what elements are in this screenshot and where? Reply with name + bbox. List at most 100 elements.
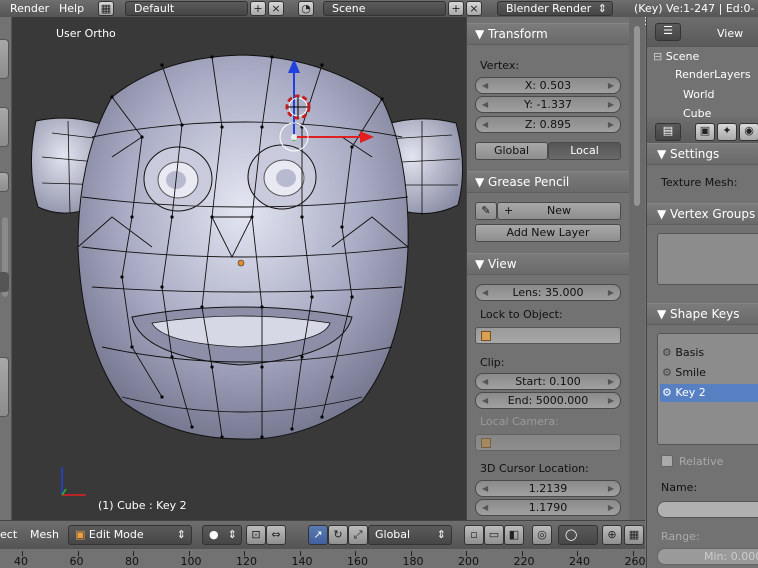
scene-icon[interactable]: ◔	[298, 1, 314, 16]
tool-shelf-tab[interactable]	[0, 39, 9, 79]
collapse-arrow-icon: ▼	[475, 175, 489, 189]
orientation-label: Global	[375, 528, 411, 541]
decrement-arrow-icon[interactable]: ◀	[482, 117, 488, 132]
snap-toggle-icon[interactable]: ⊕	[602, 525, 622, 545]
vertex-x-field[interactable]: ◀ X: 0.503 ▶	[475, 77, 621, 94]
increment-arrow-icon[interactable]: ▶	[608, 374, 614, 389]
screen-layout-icon[interactable]: ▦	[98, 1, 114, 16]
lock-object-field[interactable]	[475, 327, 621, 344]
orientation-select[interactable]: Global ⇕	[368, 525, 452, 545]
tool-shelf-tab[interactable]	[0, 272, 9, 292]
select-menu[interactable]: ect	[0, 528, 17, 541]
cursor-y-field[interactable]: ◀ 1.1790 ▶	[475, 499, 621, 516]
cursor-x-field[interactable]: ◀ 1.2139 ▶	[475, 480, 621, 497]
decrement-arrow-icon[interactable]: ◀	[482, 97, 488, 112]
manipulator-toggle-icon[interactable]: ⇔	[266, 525, 286, 545]
proportional-edit-select[interactable]: ◯	[558, 525, 598, 545]
add-screen-icon[interactable]: +	[250, 1, 266, 16]
edge-select-icon[interactable]: ▭	[484, 525, 504, 545]
outliner-item-scene[interactable]: ⊟ Scene	[653, 50, 699, 63]
translate-manipulator-icon[interactable]: ↗	[308, 525, 328, 545]
screen-layout-field[interactable]: Default	[125, 1, 248, 16]
vertex-y-field[interactable]: ◀ Y: -1.337 ▶	[475, 96, 621, 113]
grease-pencil-icon[interactable]: ✎	[475, 202, 497, 220]
new-grease-pencil-button[interactable]: + New	[497, 202, 621, 220]
decrement-arrow-icon[interactable]: ◀	[482, 393, 488, 408]
transform-title: Transform	[488, 27, 548, 41]
increment-arrow-icon[interactable]: ▶	[608, 481, 614, 496]
ruler-tick-label: 120	[236, 555, 257, 568]
decrement-arrow-icon[interactable]: ◀	[482, 500, 488, 515]
range-min-field[interactable]: Min: 0.000	[657, 548, 758, 565]
render-engine-select[interactable]: Blender Render ⇕	[497, 1, 613, 16]
increment-arrow-icon[interactable]: ▶	[608, 97, 614, 112]
vertex-label: Vertex:	[480, 59, 520, 72]
clip-start-field[interactable]: ◀ Start: 0.100 ▶	[475, 373, 621, 390]
settings-panel-header[interactable]: ▼ Settings	[647, 143, 758, 165]
vertex-select-icon[interactable]: ▫	[464, 525, 484, 545]
clip-end-field[interactable]: ◀ End: 5000.000 ▶	[475, 392, 621, 409]
shape-key-basis[interactable]: ⚙ Basis	[662, 344, 758, 362]
outliner-item-cube[interactable]: Cube	[683, 107, 711, 117]
scene-context-icon[interactable]: ✦	[717, 123, 737, 141]
tool-shelf-tab[interactable]	[0, 357, 9, 417]
shape-keys-panel-header[interactable]: ▼ Shape Keys	[647, 303, 758, 325]
local-toggle[interactable]: Local	[548, 142, 621, 160]
decrement-arrow-icon[interactable]: ◀	[482, 374, 488, 389]
vertex-groups-panel-header[interactable]: ▼ Vertex Groups	[647, 203, 758, 225]
world-context-icon[interactable]: ◉	[739, 123, 758, 141]
shape-key-key2[interactable]: ⚙ Key 2	[660, 384, 758, 402]
add-scene-icon[interactable]: +	[448, 1, 464, 16]
dropdown-arrows-icon: ⇕	[227, 528, 237, 541]
scene-field[interactable]: Scene	[323, 1, 446, 16]
transform-panel-header[interactable]: ▼ Transform	[467, 23, 629, 45]
decrement-arrow-icon[interactable]: ◀	[482, 78, 488, 93]
increment-arrow-icon[interactable]: ▶	[608, 117, 614, 132]
outliner-item-world[interactable]: World	[683, 88, 715, 101]
rotate-manipulator-icon[interactable]: ↻	[328, 525, 348, 545]
increment-arrow-icon[interactable]: ▶	[608, 285, 614, 300]
render-engine-label: Blender Render	[506, 2, 592, 15]
grease-pencil-panel-header[interactable]: ▼ Grease Pencil	[467, 171, 629, 193]
3d-viewport[interactable]: User Ortho (1) Cube : Key 2	[12, 17, 466, 520]
shape-key-smile[interactable]: ⚙ Smile	[662, 364, 758, 382]
3d-cursor[interactable]	[285, 94, 311, 120]
scale-manipulator-icon[interactable]: ⤢	[348, 525, 368, 545]
timeline-ruler[interactable]: 40 60 80 100 120 140 160 180 200 220 240 260	[0, 548, 646, 568]
viewport-shading-select[interactable]: ● ⇕	[202, 525, 242, 545]
name-label: Name:	[661, 481, 698, 494]
tool-shelf-tab[interactable]	[0, 107, 9, 147]
outliner-view-menu[interactable]: View	[717, 27, 743, 40]
mode-select[interactable]: ▣ Edit Mode ⇕	[68, 525, 192, 545]
snap-element-icon[interactable]: ▦	[624, 525, 644, 545]
outliner-item-renderlayers[interactable]: RenderLayers	[675, 68, 751, 81]
render-context-icon[interactable]: ▣	[695, 123, 715, 141]
render-menu[interactable]: Render	[10, 2, 49, 15]
pivot-point-icon[interactable]: ⊡	[246, 525, 266, 545]
relative-checkbox[interactable]	[661, 455, 673, 467]
help-menu[interactable]: Help	[59, 2, 84, 15]
decrement-arrow-icon[interactable]: ◀	[482, 481, 488, 496]
increment-arrow-icon[interactable]: ▶	[608, 393, 614, 408]
remove-scene-icon[interactable]: ×	[466, 1, 482, 16]
sidebar-scrollbar-thumb[interactable]	[634, 26, 640, 206]
shape-key-name-field[interactable]	[657, 501, 758, 518]
decrement-arrow-icon[interactable]: ◀	[482, 285, 488, 300]
view-panel-header[interactable]: ▼ View	[467, 253, 629, 275]
tool-shelf-tab[interactable]	[0, 172, 9, 192]
monkey-mesh-canvas[interactable]	[12, 17, 466, 520]
vertex-z-field[interactable]: ◀ Z: 0.895 ▶	[475, 116, 621, 133]
face-select-icon[interactable]: ◧	[504, 525, 524, 545]
limit-selection-icon[interactable]: ◎	[532, 525, 552, 545]
active-object-status: (1) Cube : Key 2	[98, 499, 187, 512]
remove-screen-icon[interactable]: ×	[268, 1, 284, 16]
global-toggle[interactable]: Global	[475, 142, 548, 160]
vertex-groups-list[interactable]	[657, 233, 758, 285]
add-new-layer-button[interactable]: Add New Layer	[475, 224, 621, 242]
editor-type-icon[interactable]: ☰	[655, 23, 681, 41]
increment-arrow-icon[interactable]: ▶	[608, 78, 614, 93]
editor-type-icon[interactable]: ▤	[655, 123, 681, 141]
increment-arrow-icon[interactable]: ▶	[608, 500, 614, 515]
mesh-menu[interactable]: Mesh	[30, 528, 59, 541]
lens-field[interactable]: ◀ Lens: 35.000 ▶	[475, 284, 621, 301]
